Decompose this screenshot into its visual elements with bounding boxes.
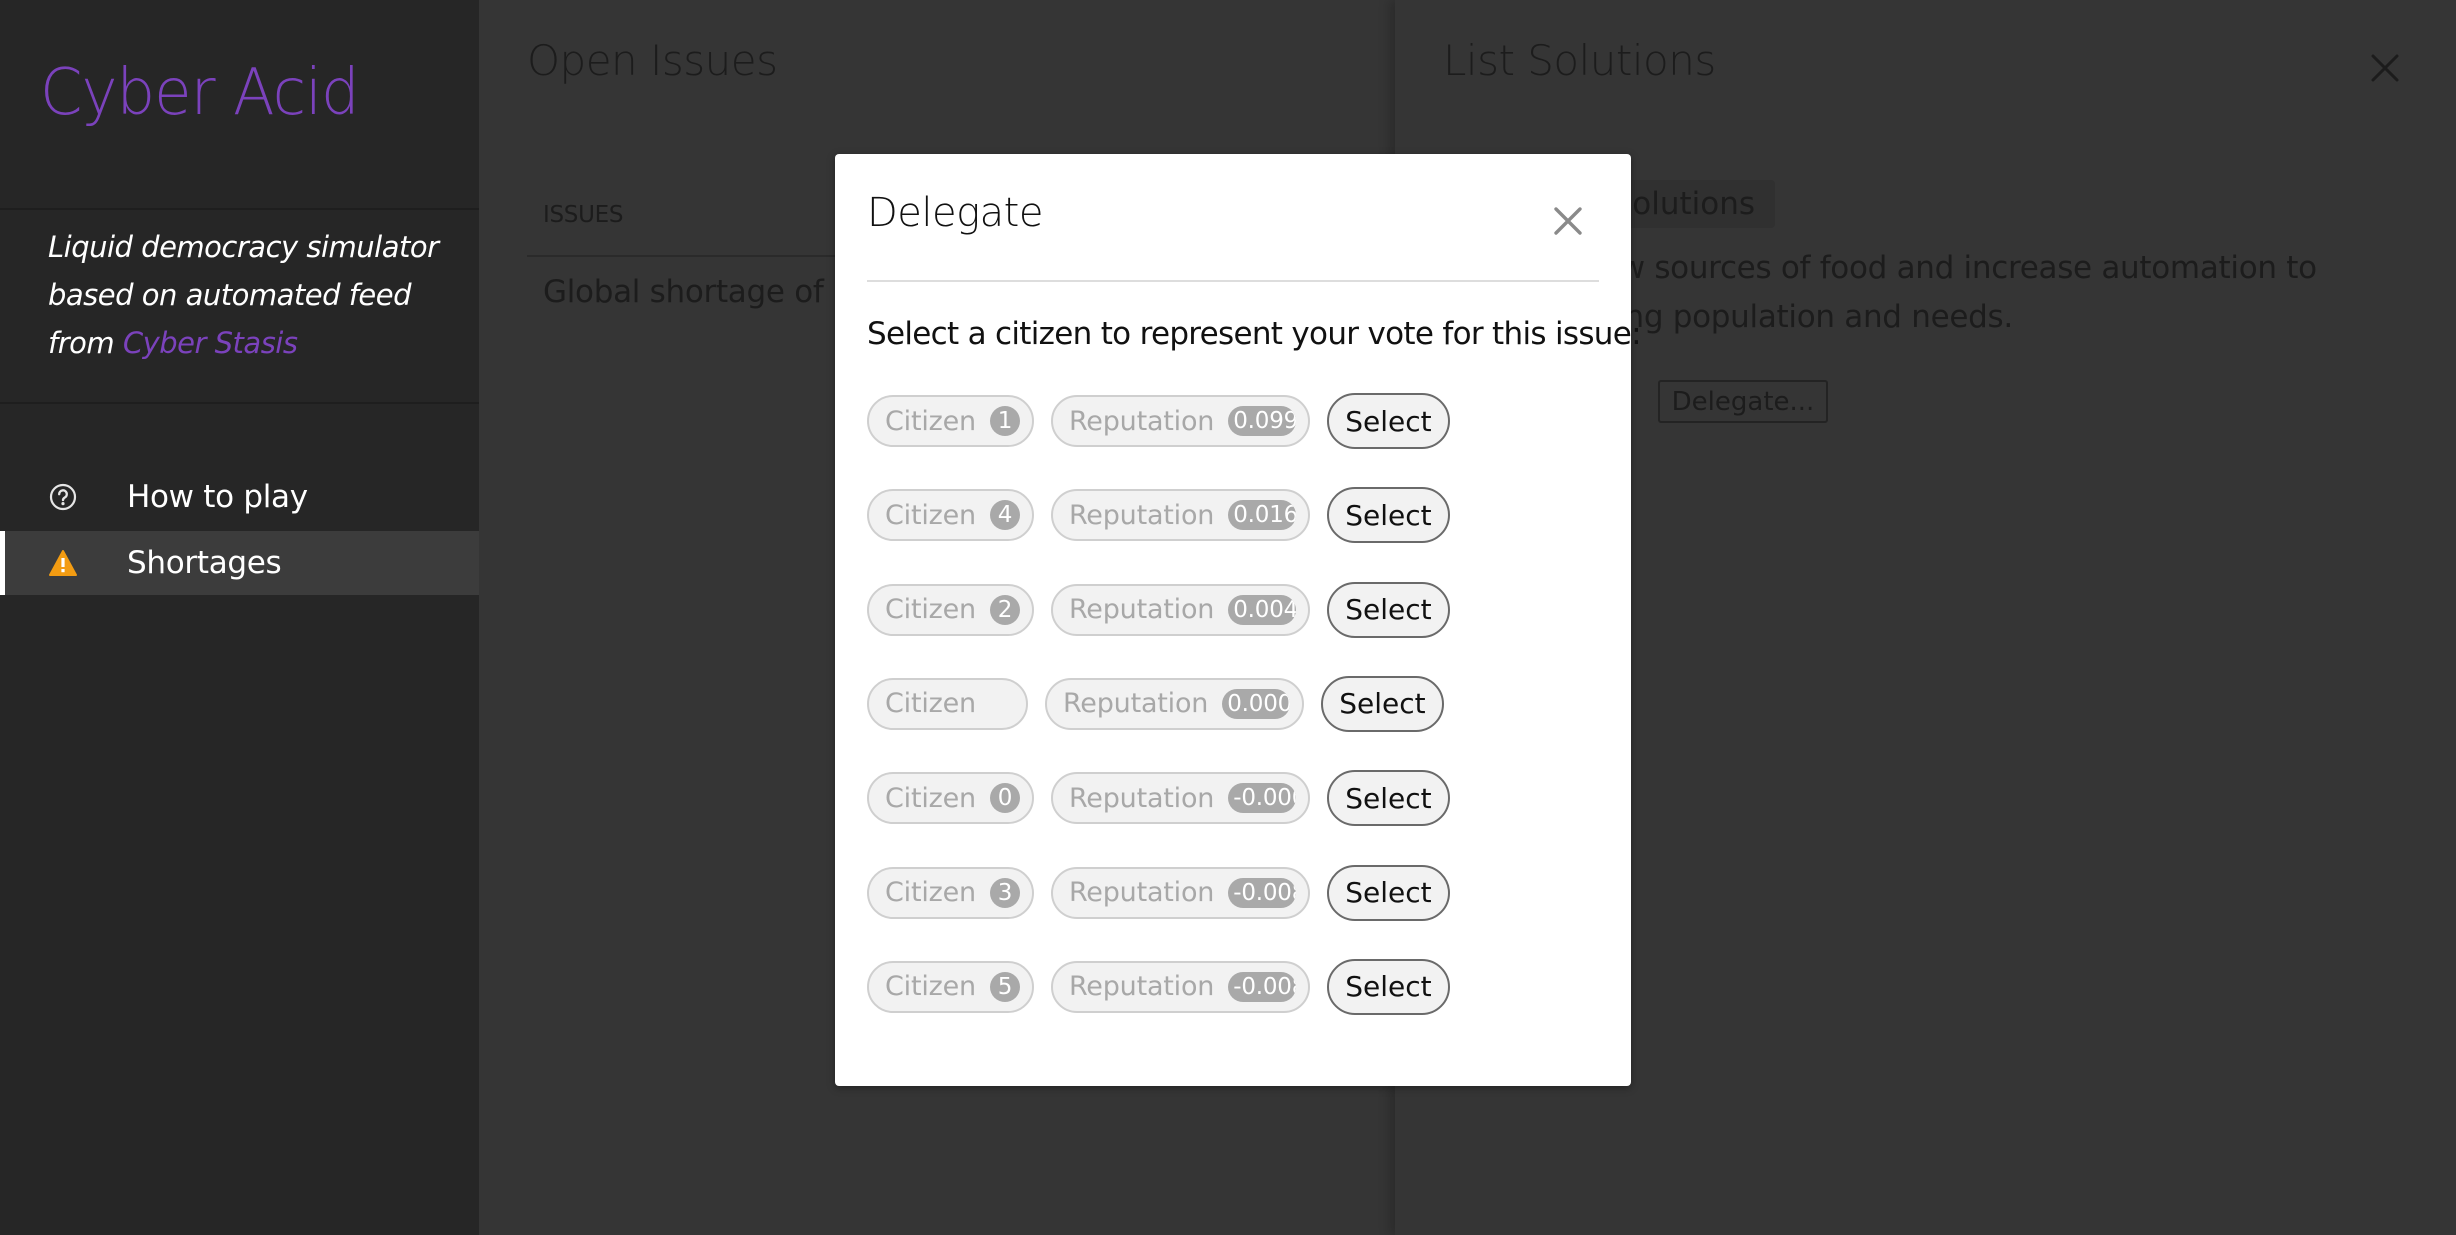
candidate-row: Citizen 4 Reputation 0.016 Select (867, 487, 1450, 544)
citizen-id-badge: 0 (989, 783, 1020, 814)
reputation-pill: Reputation 0.099 (1050, 395, 1311, 447)
candidate-row: Citizen 3 Reputation -0.008 Select (867, 864, 1450, 921)
reputation-badge: -0.008 (1228, 971, 1297, 1002)
reputation-badge: -0.008 (1228, 877, 1297, 908)
delegate-modal: Delegate Select a citizen to represent y… (835, 154, 1642, 1086)
select-button[interactable]: Select (1327, 487, 1450, 544)
select-button[interactable]: Select (1321, 675, 1444, 732)
candidate-row: Citizen 2 Reputation 0.004 Select (867, 581, 1450, 638)
citizen-id-badge: 4 (989, 500, 1020, 531)
reputation-pill: Reputation 0.004 (1050, 583, 1311, 636)
candidate-row: Citizen 0 Reputation -0.000 Select (867, 770, 1450, 827)
select-button[interactable]: Select (1327, 958, 1450, 1015)
reputation-label: Reputation (1068, 971, 1215, 1003)
reputation-badge: 0.000 (1222, 688, 1291, 719)
citizen-id-badge: 1 (989, 406, 1020, 436)
candidate-row: Citizen 5 Reputation -0.008 Select (867, 958, 1450, 1015)
select-button[interactable]: Select (1327, 770, 1450, 827)
citizen-label: Citizen (885, 877, 976, 908)
citizen-label: Citizen (885, 594, 976, 626)
select-button[interactable]: Select (1327, 864, 1450, 921)
modal-title: Delegate (867, 190, 1043, 236)
reputation-badge: 0.004 (1228, 594, 1297, 625)
citizen-id-badge: 2 (989, 594, 1020, 625)
reputation-badge: -0.000 (1228, 783, 1297, 814)
citizen-pill: Citizen 0 (867, 772, 1034, 825)
citizen-pill: Citizen 4 (867, 489, 1034, 542)
citizen-pill: Citizen (867, 677, 1028, 730)
reputation-label: Reputation (1068, 594, 1215, 626)
reputation-label: Reputation (1062, 688, 1209, 720)
select-button[interactable]: Select (1327, 581, 1450, 638)
citizen-pill: Citizen 2 (867, 583, 1034, 636)
reputation-label: Reputation (1068, 782, 1215, 814)
reputation-label: Reputation (1068, 405, 1215, 437)
citizen-label: Citizen (885, 405, 976, 437)
citizen-pill: Citizen 5 (867, 960, 1034, 1013)
reputation-badge: 0.099 (1228, 406, 1297, 436)
reputation-badge: 0.016 (1228, 500, 1297, 531)
citizen-pill: Citizen 3 (867, 866, 1034, 919)
reputation-label: Reputation (1068, 499, 1215, 531)
candidate-row: Citizen Reputation 0.000 Select (867, 675, 1444, 732)
candidate-row: Citizen 1 Reputation 0.099 Select (867, 393, 1450, 449)
citizen-label: Citizen (885, 782, 976, 814)
select-button[interactable]: Select (1327, 393, 1450, 449)
citizen-label: Citizen (885, 688, 976, 720)
citizen-label: Citizen (885, 499, 976, 531)
reputation-pill: Reputation -0.000 (1050, 772, 1311, 825)
citizen-pill: Citizen 1 (867, 395, 1034, 447)
reputation-label: Reputation (1068, 877, 1215, 908)
modal-subtitle: Select a citizen to represent your vote … (867, 316, 1642, 352)
close-icon[interactable] (1551, 204, 1585, 238)
reputation-pill: Reputation 0.000 (1044, 677, 1305, 730)
modal-divider (867, 280, 1599, 282)
reputation-pill: Reputation -0.008 (1050, 866, 1311, 919)
reputation-pill: Reputation -0.008 (1050, 960, 1311, 1013)
citizen-id-badge: 3 (989, 877, 1020, 908)
reputation-pill: Reputation 0.016 (1050, 489, 1311, 542)
citizen-id-badge: 5 (989, 971, 1020, 1002)
citizen-label: Citizen (885, 971, 976, 1003)
